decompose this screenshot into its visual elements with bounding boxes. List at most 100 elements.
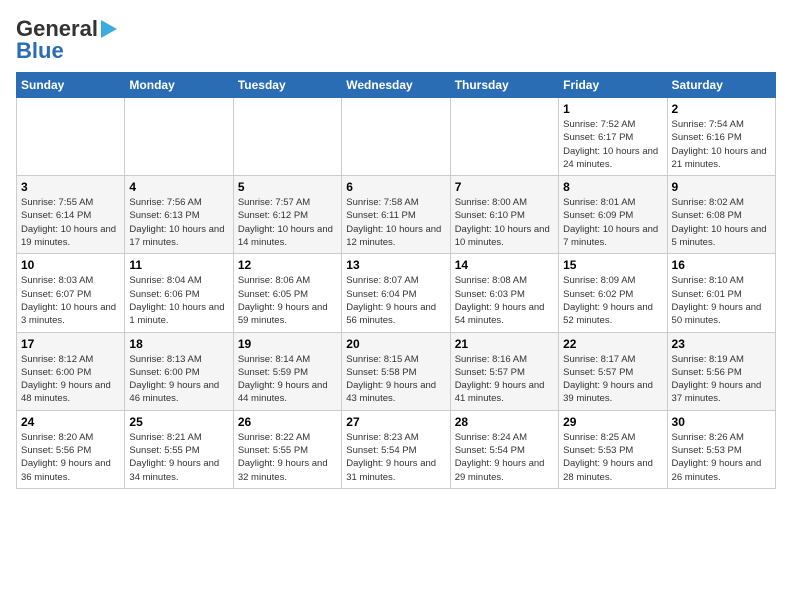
calendar-cell: 18Sunrise: 8:13 AM Sunset: 6:00 PM Dayli… <box>125 332 233 410</box>
logo: General Blue <box>16 16 117 64</box>
day-number: 23 <box>672 337 771 351</box>
day-info: Sunrise: 7:58 AM Sunset: 6:11 PM Dayligh… <box>346 196 445 249</box>
day-number: 27 <box>346 415 445 429</box>
calendar-cell: 8 Sunrise: 8:01 AM Sunset: 6:09 PM Daylig… <box>559 176 667 254</box>
calendar-cell: 17Sunrise: 8:12 AM Sunset: 6:00 PM Dayli… <box>17 332 125 410</box>
day-info: Sunrise: 8:14 AM Sunset: 5:59 PM Dayligh… <box>238 353 337 406</box>
calendar-cell: 29 Sunrise: 8:25 AM Sunset: 5:53 PM Dayli… <box>559 410 667 488</box>
header-day-tuesday: Tuesday <box>233 73 341 98</box>
day-info: Sunrise: 8:17 AM Sunset: 5:57 PM Dayligh… <box>563 353 662 406</box>
day-number: 19 <box>238 337 337 351</box>
calendar-week-3: 10 Sunrise: 8:03 AM Sunset: 6:07 PM Dayli… <box>17 254 776 332</box>
day-number: 3 <box>21 180 120 194</box>
day-number: 8 <box>563 180 662 194</box>
calendar-week-4: 17Sunrise: 8:12 AM Sunset: 6:00 PM Dayli… <box>17 332 776 410</box>
day-number: 11 <box>129 258 228 272</box>
day-number: 25 <box>129 415 228 429</box>
day-info: Sunrise: 8:06 AM Sunset: 6:05 PM Dayligh… <box>238 274 337 327</box>
day-info: Sunrise: 8:04 AM Sunset: 6:06 PM Dayligh… <box>129 274 228 327</box>
calendar-cell: 28 Sunrise: 8:24 AM Sunset: 5:54 PM Dayli… <box>450 410 558 488</box>
day-info: Sunrise: 8:07 AM Sunset: 6:04 PM Dayligh… <box>346 274 445 327</box>
day-info: Sunrise: 8:09 AM Sunset: 6:02 PM Dayligh… <box>563 274 662 327</box>
calendar-cell: 2 Sunrise: 7:54 AM Sunset: 6:16 PM Daylig… <box>667 98 775 176</box>
day-info: Sunrise: 8:24 AM Sunset: 5:54 PM Dayligh… <box>455 431 554 484</box>
day-number: 7 <box>455 180 554 194</box>
day-info: Sunrise: 8:10 AM Sunset: 6:01 PM Dayligh… <box>672 274 771 327</box>
calendar-cell: 4 Sunrise: 7:56 AM Sunset: 6:13 PM Daylig… <box>125 176 233 254</box>
header: General Blue <box>16 16 776 64</box>
header-day-thursday: Thursday <box>450 73 558 98</box>
calendar-cell: 26 Sunrise: 8:22 AM Sunset: 5:55 PM Dayli… <box>233 410 341 488</box>
calendar-cell <box>233 98 341 176</box>
calendar-cell: 25 Sunrise: 8:21 AM Sunset: 5:55 PM Dayli… <box>125 410 233 488</box>
day-number: 29 <box>563 415 662 429</box>
calendar-cell <box>125 98 233 176</box>
day-number: 26 <box>238 415 337 429</box>
day-info: Sunrise: 7:57 AM Sunset: 6:12 PM Dayligh… <box>238 196 337 249</box>
header-day-friday: Friday <box>559 73 667 98</box>
day-number: 28 <box>455 415 554 429</box>
day-info: Sunrise: 7:54 AM Sunset: 6:16 PM Dayligh… <box>672 118 771 171</box>
calendar-cell: 23 Sunrise: 8:19 AM Sunset: 5:56 PM Dayli… <box>667 332 775 410</box>
calendar-table: SundayMondayTuesdayWednesdayThursdayFrid… <box>16 72 776 489</box>
header-day-sunday: Sunday <box>17 73 125 98</box>
day-info: Sunrise: 8:26 AM Sunset: 5:53 PM Dayligh… <box>672 431 771 484</box>
day-info: Sunrise: 8:15 AM Sunset: 5:58 PM Dayligh… <box>346 353 445 406</box>
day-number: 13 <box>346 258 445 272</box>
calendar-cell: 6Sunrise: 7:58 AM Sunset: 6:11 PM Daylig… <box>342 176 450 254</box>
calendar-cell: 30 Sunrise: 8:26 AM Sunset: 5:53 PM Dayli… <box>667 410 775 488</box>
header-day-monday: Monday <box>125 73 233 98</box>
calendar-cell: 21Sunrise: 8:16 AM Sunset: 5:57 PM Dayli… <box>450 332 558 410</box>
calendar-cell: 10 Sunrise: 8:03 AM Sunset: 6:07 PM Dayli… <box>17 254 125 332</box>
day-info: Sunrise: 8:01 AM Sunset: 6:09 PM Dayligh… <box>563 196 662 249</box>
calendar-cell: 11 Sunrise: 8:04 AM Sunset: 6:06 PM Dayli… <box>125 254 233 332</box>
header-day-wednesday: Wednesday <box>342 73 450 98</box>
day-info: Sunrise: 8:00 AM Sunset: 6:10 PM Dayligh… <box>455 196 554 249</box>
calendar-week-5: 24Sunrise: 8:20 AM Sunset: 5:56 PM Dayli… <box>17 410 776 488</box>
calendar-cell: 16 Sunrise: 8:10 AM Sunset: 6:01 PM Dayli… <box>667 254 775 332</box>
day-number: 2 <box>672 102 771 116</box>
calendar-cell: 22Sunrise: 8:17 AM Sunset: 5:57 PM Dayli… <box>559 332 667 410</box>
header-day-saturday: Saturday <box>667 73 775 98</box>
calendar-cell: 13 Sunrise: 8:07 AM Sunset: 6:04 PM Dayli… <box>342 254 450 332</box>
calendar-cell: 24Sunrise: 8:20 AM Sunset: 5:56 PM Dayli… <box>17 410 125 488</box>
day-number: 16 <box>672 258 771 272</box>
calendar-cell: 12 Sunrise: 8:06 AM Sunset: 6:05 PM Dayli… <box>233 254 341 332</box>
day-info: Sunrise: 8:25 AM Sunset: 5:53 PM Dayligh… <box>563 431 662 484</box>
day-info: Sunrise: 8:23 AM Sunset: 5:54 PM Dayligh… <box>346 431 445 484</box>
day-info: Sunrise: 8:13 AM Sunset: 6:00 PM Dayligh… <box>129 353 228 406</box>
day-number: 4 <box>129 180 228 194</box>
day-info: Sunrise: 7:56 AM Sunset: 6:13 PM Dayligh… <box>129 196 228 249</box>
day-number: 12 <box>238 258 337 272</box>
calendar-week-1: 1 Sunrise: 7:52 AM Sunset: 6:17 PM Daylig… <box>17 98 776 176</box>
calendar-week-2: 3Sunrise: 7:55 AM Sunset: 6:14 PM Daylig… <box>17 176 776 254</box>
day-info: Sunrise: 8:02 AM Sunset: 6:08 PM Dayligh… <box>672 196 771 249</box>
day-number: 15 <box>563 258 662 272</box>
day-info: Sunrise: 8:03 AM Sunset: 6:07 PM Dayligh… <box>21 274 120 327</box>
logo-arrow-icon <box>101 20 117 38</box>
calendar-cell: 5 Sunrise: 7:57 AM Sunset: 6:12 PM Daylig… <box>233 176 341 254</box>
day-number: 9 <box>672 180 771 194</box>
day-number: 1 <box>563 102 662 116</box>
calendar-cell <box>17 98 125 176</box>
calendar-cell: 15 Sunrise: 8:09 AM Sunset: 6:02 PM Dayli… <box>559 254 667 332</box>
day-number: 10 <box>21 258 120 272</box>
day-number: 14 <box>455 258 554 272</box>
calendar-cell: 27 Sunrise: 8:23 AM Sunset: 5:54 PM Dayli… <box>342 410 450 488</box>
calendar-header-row: SundayMondayTuesdayWednesdayThursdayFrid… <box>17 73 776 98</box>
day-info: Sunrise: 8:22 AM Sunset: 5:55 PM Dayligh… <box>238 431 337 484</box>
day-info: Sunrise: 8:19 AM Sunset: 5:56 PM Dayligh… <box>672 353 771 406</box>
day-number: 30 <box>672 415 771 429</box>
day-number: 5 <box>238 180 337 194</box>
logo-blue-text: Blue <box>16 38 64 64</box>
calendar-cell: 1 Sunrise: 7:52 AM Sunset: 6:17 PM Daylig… <box>559 98 667 176</box>
day-info: Sunrise: 8:21 AM Sunset: 5:55 PM Dayligh… <box>129 431 228 484</box>
day-number: 21 <box>455 337 554 351</box>
calendar-cell <box>450 98 558 176</box>
day-number: 20 <box>346 337 445 351</box>
day-info: Sunrise: 7:52 AM Sunset: 6:17 PM Dayligh… <box>563 118 662 171</box>
calendar-cell: 14Sunrise: 8:08 AM Sunset: 6:03 PM Dayli… <box>450 254 558 332</box>
calendar-cell: 20 Sunrise: 8:15 AM Sunset: 5:58 PM Dayli… <box>342 332 450 410</box>
day-number: 24 <box>21 415 120 429</box>
day-info: Sunrise: 8:12 AM Sunset: 6:00 PM Dayligh… <box>21 353 120 406</box>
